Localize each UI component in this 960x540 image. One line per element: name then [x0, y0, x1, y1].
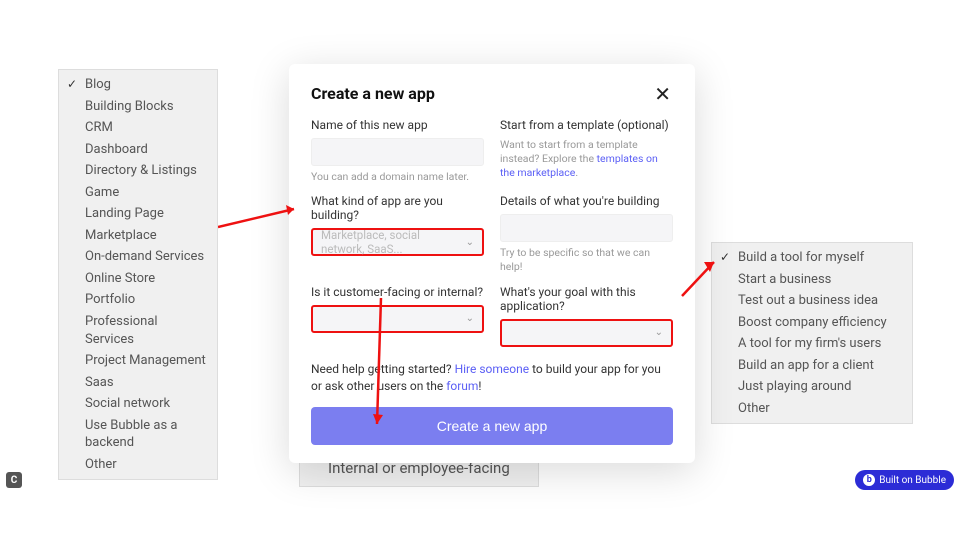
- annotation-arrow-left: [218, 205, 296, 231]
- app-kind-options-list[interactable]: BlogBuilding BlocksCRMDashboardDirectory…: [58, 69, 218, 480]
- list-item[interactable]: Professional Services: [59, 311, 217, 350]
- chevron-down-icon: ⌄: [655, 327, 663, 338]
- modal-title: Create a new app: [311, 84, 435, 103]
- list-item[interactable]: CRM: [59, 117, 217, 139]
- kind-placeholder: Marketplace, social network, SaaS...: [321, 228, 466, 256]
- hire-someone-link[interactable]: Hire someone: [455, 362, 530, 376]
- bubble-logo-icon: b: [863, 474, 875, 486]
- list-item[interactable]: Project Management: [59, 350, 217, 372]
- template-helper: Want to start from a template instead? E…: [500, 138, 673, 181]
- list-item[interactable]: Building Blocks: [59, 96, 217, 118]
- details-input[interactable]: [500, 214, 673, 242]
- list-item[interactable]: Blog: [59, 74, 217, 96]
- list-item[interactable]: Portfolio: [59, 289, 217, 311]
- list-item[interactable]: Test out a business idea: [712, 290, 912, 312]
- kind-select[interactable]: Marketplace, social network, SaaS... ⌄: [311, 228, 484, 256]
- template-helper-period: .: [575, 166, 578, 179]
- badge-text: Built on Bubble: [879, 475, 946, 486]
- list-item[interactable]: Other: [59, 454, 217, 476]
- template-label: Start from a template (optional): [500, 118, 673, 132]
- list-item[interactable]: Landing Page: [59, 203, 217, 225]
- list-item[interactable]: Boost company efficiency: [712, 312, 912, 334]
- list-item[interactable]: Other: [712, 398, 912, 420]
- list-item[interactable]: Start a business: [712, 269, 912, 291]
- list-item[interactable]: Online Store: [59, 268, 217, 290]
- list-item[interactable]: On-demand Services: [59, 246, 217, 268]
- list-item[interactable]: Use Bubble as a backend: [59, 415, 217, 454]
- list-item[interactable]: Dashboard: [59, 139, 217, 161]
- forum-link[interactable]: forum: [446, 379, 478, 393]
- list-item[interactable]: Social network: [59, 393, 217, 415]
- chevron-down-icon: ⌄: [466, 313, 474, 324]
- goal-options-list[interactable]: Build a tool for myselfStart a businessT…: [711, 242, 913, 424]
- name-helper: You can add a domain name later.: [311, 170, 484, 184]
- chevron-down-icon: ⌄: [466, 237, 474, 248]
- list-item[interactable]: Game: [59, 182, 217, 204]
- list-item[interactable]: Just playing around: [712, 376, 912, 398]
- facing-select[interactable]: ⌄: [311, 305, 484, 333]
- app-name-input[interactable]: [311, 138, 484, 166]
- goal-label: What's your goal with this application?: [500, 285, 673, 313]
- help-text-1: Need help getting started?: [311, 362, 455, 376]
- help-text-3: !: [478, 379, 481, 393]
- help-text: Need help getting started? Hire someone …: [311, 361, 673, 396]
- list-item[interactable]: Marketplace: [59, 225, 217, 247]
- list-item[interactable]: Build an app for a client: [712, 355, 912, 377]
- built-on-bubble-badge[interactable]: b Built on Bubble: [855, 470, 954, 490]
- list-item[interactable]: A tool for my firm's users: [712, 333, 912, 355]
- facing-label: Is it customer-facing or internal?: [311, 285, 484, 299]
- close-icon[interactable]: ✕: [652, 84, 673, 104]
- kind-label: What kind of app are you building?: [311, 194, 484, 222]
- corner-widget-icon[interactable]: C: [6, 472, 22, 488]
- goal-select[interactable]: ⌄: [500, 319, 673, 347]
- list-item[interactable]: Build a tool for myself: [712, 247, 912, 269]
- create-app-modal: Create a new app ✕ Name of this new app …: [289, 64, 695, 463]
- list-item[interactable]: Directory & Listings: [59, 160, 217, 182]
- name-label: Name of this new app: [311, 118, 484, 132]
- details-label: Details of what you're building: [500, 194, 673, 208]
- list-item[interactable]: Saas: [59, 372, 217, 394]
- create-app-button[interactable]: Create a new app: [311, 407, 673, 445]
- details-helper: Try to be specific so that we can help!: [500, 246, 673, 274]
